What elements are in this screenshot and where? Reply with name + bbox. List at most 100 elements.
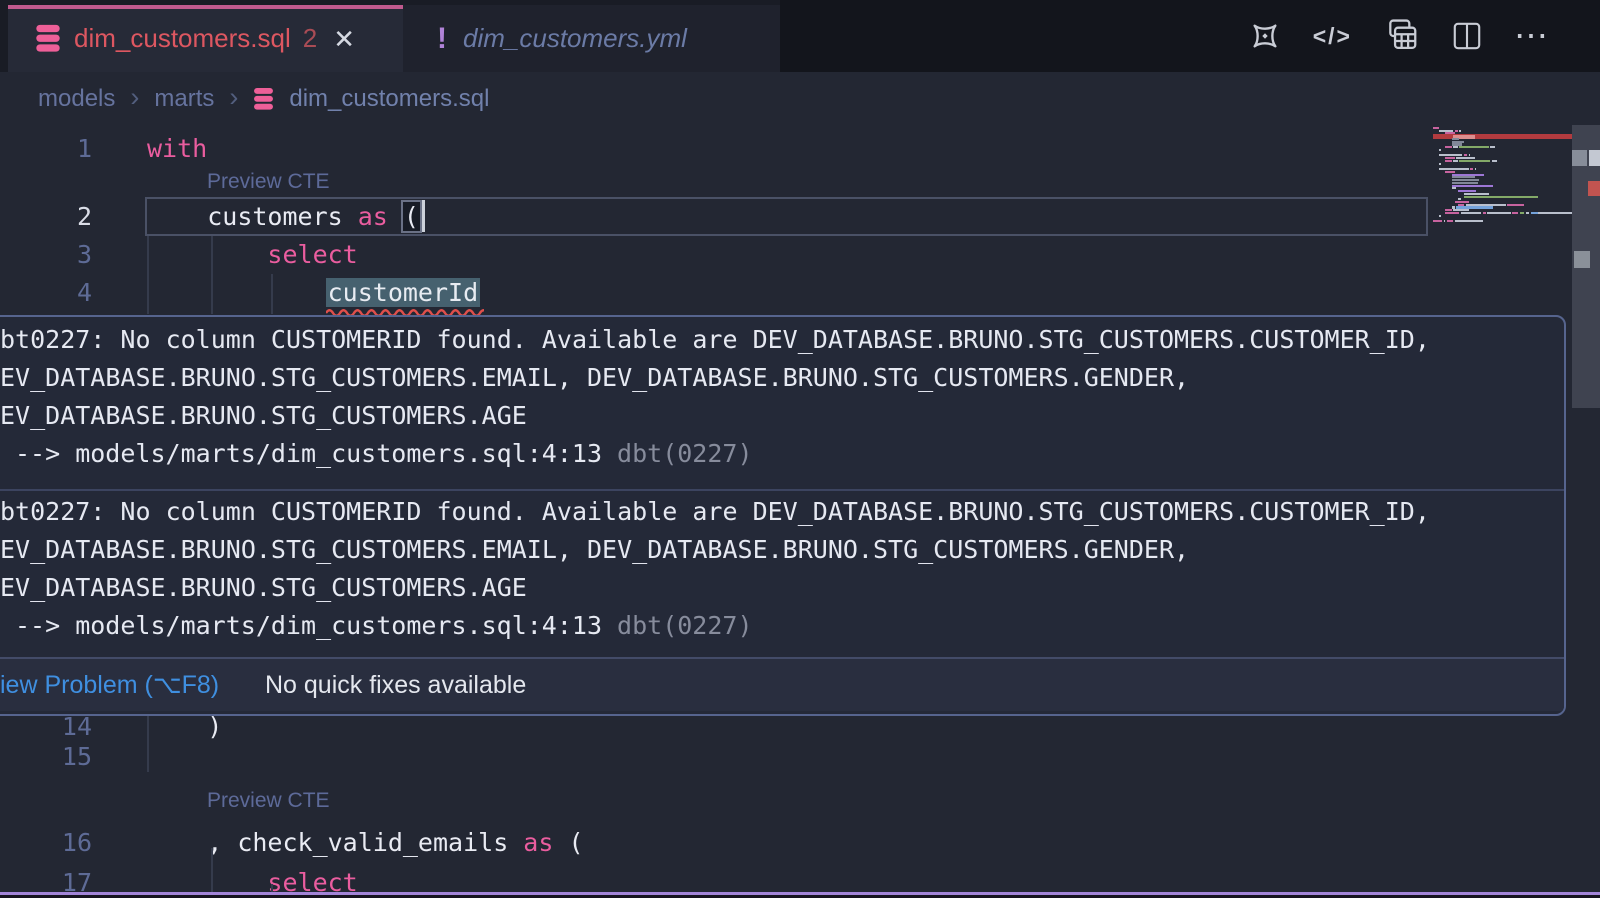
code-line-16[interactable]: 16 , check_valid_emails as (: [0, 824, 1400, 862]
editor-actions-toolbar: </> ⋯: [780, 0, 1600, 72]
code-token: (: [553, 828, 583, 857]
diagnostic-text-line: bt0227: No column CUSTOMERID found. Avai…: [0, 321, 1564, 359]
chevron-right-icon: ›: [130, 82, 139, 113]
minimap-line-segment: [1512, 212, 1518, 214]
minimap-line-segment: [1439, 149, 1441, 151]
minimap-line-segment: [1459, 130, 1461, 132]
diagnostic-text-line: EV_DATABASE.BRUNO.STG_CUSTOMERS.AGE: [0, 397, 1564, 435]
line-number: 4: [0, 274, 92, 312]
indent-guide: [147, 716, 149, 772]
minimap-line-segment: [1507, 204, 1524, 206]
minimap-line-segment: [1490, 146, 1495, 148]
minimap-line-segment: [1538, 212, 1572, 214]
query-results-icon[interactable]: [1382, 17, 1420, 55]
warning-exclamation-icon: !: [437, 22, 447, 56]
vscode-window: </> ⋯: [0, 0, 1600, 898]
ruler-mark: [1589, 150, 1600, 166]
minimap-line-segment: [1461, 212, 1481, 214]
minimap-line-segment: [1455, 220, 1483, 222]
minimap-line-segment: [1452, 187, 1457, 189]
diagnostic-location[interactable]: --> models/marts/dim_customers.sql:4:13 …: [0, 435, 1564, 473]
codelens-preview-cte[interactable]: Preview CTE: [207, 786, 330, 816]
minimap-line-segment: [1459, 160, 1490, 162]
minimap-line-segment: [1433, 220, 1442, 222]
code-line-4[interactable]: 4 customerId: [0, 274, 1400, 312]
indent-guide: [211, 236, 213, 314]
error-highlighted-token: customerId: [326, 278, 481, 307]
tab-dim-customers-yml[interactable]: ! dim_customers.yml: [403, 5, 780, 72]
minimap-line-segment: [1445, 146, 1451, 148]
minimap[interactable]: [1400, 125, 1572, 315]
code-preview-icon[interactable]: </>: [1313, 23, 1352, 50]
breadcrumb: models › marts › dim_customers.sql: [0, 73, 1600, 125]
breadcrumb-file[interactable]: dim_customers.sql: [289, 85, 489, 113]
line-number: 3: [0, 236, 92, 274]
database-icon: [253, 87, 274, 111]
ruler-mark: [1574, 251, 1590, 268]
minimap-line-segment: [1520, 212, 1525, 214]
minimap-line-segment: [1445, 160, 1451, 162]
overview-ruler: [1572, 0, 1600, 898]
database-icon: [35, 24, 61, 53]
dbt-logo-icon[interactable]: [1247, 18, 1283, 54]
hover-status-bar: iew Problem (⌥F8) No quick fixes availab…: [0, 657, 1564, 711]
diagnostic-message-2: bt0227: No column CUSTOMERID found. Avai…: [0, 489, 1564, 657]
minimap-line-segment: [1445, 212, 1459, 214]
minimap-line-segment: [1487, 212, 1510, 214]
indent-guide: [147, 236, 149, 314]
code-line-3[interactable]: 3 select: [0, 236, 1400, 274]
line-content: with: [147, 130, 207, 168]
diagnostic-source: dbt(0227): [602, 439, 753, 468]
tab-title: dim_customers.sql: [74, 23, 291, 54]
no-quick-fixes-label: No quick fixes available: [265, 671, 526, 700]
line-content: customerId: [147, 274, 480, 312]
current-line-highlight: [145, 197, 1428, 236]
indent-guide: [211, 848, 213, 898]
minimap-line-segment: [1464, 196, 1538, 198]
tab-bar: </> ⋯: [0, 0, 1600, 72]
diagnostic-text-line: bt0227: No column CUSTOMERID found. Avai…: [0, 493, 1564, 531]
minimap-line-segment: [1492, 160, 1497, 162]
diagnostic-text-line: EV_DATABASE.BRUNO.STG_CUSTOMERS.AGE: [0, 569, 1564, 607]
keyword-token: as: [523, 828, 553, 857]
minimap-line-segment: [1455, 130, 1458, 132]
code-line-1[interactable]: 1 with: [0, 130, 1400, 168]
minimap-line-segment: [1483, 212, 1486, 214]
breadcrumb-segment-models[interactable]: models: [38, 85, 115, 113]
tab-problem-badge: 2: [303, 23, 317, 54]
ruler-mark: [1588, 181, 1600, 196]
code-line-15[interactable]: 15: [0, 738, 1400, 776]
minimap-line-segment: [1475, 168, 1477, 170]
line-number: 15: [0, 738, 92, 776]
keyword-token: select: [267, 240, 357, 269]
breadcrumb-segment-marts[interactable]: marts: [154, 85, 214, 113]
tab-dim-customers-sql[interactable]: dim_customers.sql 2 ✕: [8, 5, 403, 72]
diagnostic-location[interactable]: --> models/marts/dim_customers.sql:4:13 …: [0, 607, 1564, 645]
error-hover-popup: bt0227: No column CUSTOMERID found. Avai…: [0, 315, 1566, 716]
line-number: 1: [0, 130, 92, 168]
split-editor-icon[interactable]: [1450, 19, 1484, 53]
minimap-line-segment: [1439, 215, 1441, 217]
line-number: 2: [0, 198, 92, 236]
tab-title: dim_customers.yml: [463, 23, 687, 54]
indent-guide: [271, 274, 273, 314]
diagnostic-message-1: bt0227: No column CUSTOMERID found. Avai…: [0, 317, 1564, 489]
code-token: ): [207, 712, 222, 741]
minimap-line-segment: [1452, 185, 1494, 187]
line-number: 16: [0, 824, 92, 862]
diagnostic-text-line: EV_DATABASE.BRUNO.STG_CUSTOMERS.EMAIL, D…: [0, 359, 1564, 397]
view-problem-link[interactable]: iew Problem (⌥F8): [0, 670, 219, 700]
codelens-preview-cte[interactable]: Preview CTE: [207, 167, 330, 197]
minimap-line-segment: [1453, 146, 1458, 148]
minimap-line-segment: [1444, 220, 1446, 222]
close-icon[interactable]: ✕: [333, 26, 355, 52]
keyword-token: with: [147, 134, 207, 163]
minimap-line-segment: [1470, 168, 1473, 170]
minimap-line-segment: [1531, 212, 1539, 214]
minimap-line-segment: [1447, 220, 1453, 222]
minimap-line-segment: [1526, 212, 1529, 214]
minimap-line-segment: [1453, 160, 1458, 162]
code-token: , check_valid_emails: [207, 828, 523, 857]
ruler-mark: [1572, 150, 1587, 166]
minimap-line-segment: [1439, 163, 1441, 165]
